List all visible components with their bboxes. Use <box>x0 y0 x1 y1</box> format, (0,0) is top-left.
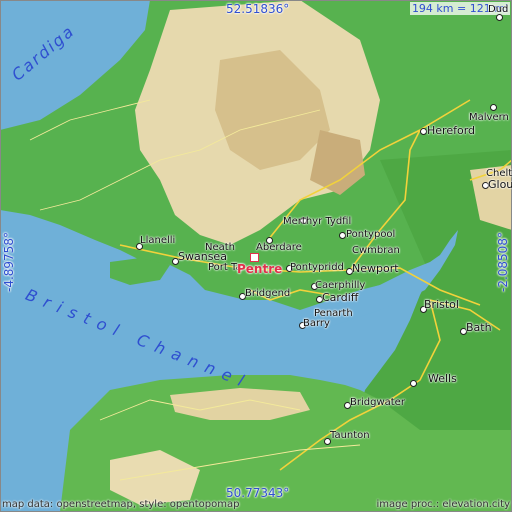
coord-right: -2.08508° <box>496 232 510 292</box>
coord-left: -4.89758° <box>2 232 16 292</box>
place-wells: Wells <box>428 372 457 385</box>
place-caerphilly: Caerphilly <box>315 280 366 291</box>
place-malvern: Malvern <box>469 112 509 123</box>
place-dud: Dud <box>488 4 509 15</box>
place-neath: Neath <box>205 242 236 253</box>
place-pontypridd: Pontypridd <box>290 262 344 273</box>
place-newport: Newport <box>352 262 399 275</box>
place-cwmbran: Cwmbran <box>352 245 400 256</box>
place-hereford: Hereford <box>427 124 476 137</box>
place-barry: Barry <box>303 318 330 329</box>
place-dot-dud <box>496 14 503 21</box>
place-dot-pontypool <box>339 232 346 239</box>
place-bristol: Bristol <box>424 298 459 311</box>
place-llanelli: Llanelli <box>140 235 176 246</box>
footer-attribution: map data: openstreetmap, style: opentopo… <box>2 499 240 510</box>
place-glou: Glou <box>488 178 512 191</box>
place-aberdare: Aberdare <box>256 242 302 253</box>
focus-place-label: Pentre <box>237 262 283 276</box>
place-cardiff: Cardiff <box>322 291 359 304</box>
coord-top: 52.51836° <box>226 2 290 16</box>
place-bridgwater: Bridgwater <box>350 397 405 408</box>
place-taunton: Taunton <box>330 430 370 441</box>
place-pontypool: Pontypool <box>346 229 396 240</box>
place-bridgend: Bridgend <box>245 288 291 299</box>
footer-processing: image proc.: elevation.city <box>376 499 511 510</box>
place-bath: Bath <box>466 321 492 334</box>
focus-place-marker <box>250 253 259 262</box>
place-dot-malvern <box>490 104 497 111</box>
place-dot-wells <box>410 380 417 387</box>
coord-bottom: 50.77343° <box>226 486 290 500</box>
place-merthyr: Merthyr Tydfil <box>283 216 352 227</box>
place-dot-hereford <box>420 128 427 135</box>
